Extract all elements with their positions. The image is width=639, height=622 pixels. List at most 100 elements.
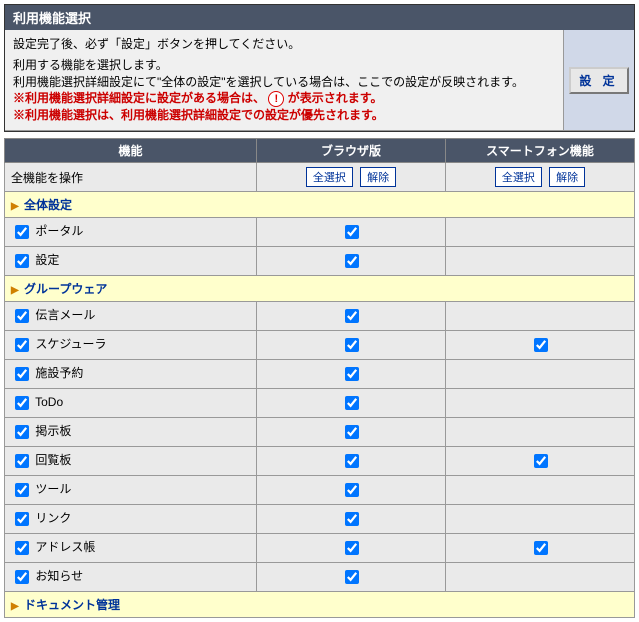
row-enable-checkbox[interactable]	[15, 254, 29, 268]
table-row-label: 回覧板	[5, 447, 257, 476]
browser-clear-button[interactable]: 解除	[360, 167, 396, 187]
browser-cell	[257, 418, 446, 447]
table-row-label: スケジューラ	[5, 331, 257, 360]
browser-checkbox[interactable]	[345, 541, 359, 555]
row-label-text: ToDo	[32, 395, 63, 409]
smart-cell	[446, 505, 635, 534]
row-label-text: ツール	[32, 482, 71, 496]
browser-cell	[257, 218, 446, 247]
smart-cell	[446, 360, 635, 389]
row-label-text: 掲示板	[32, 424, 71, 438]
table-row-label: ツール	[5, 476, 257, 505]
info-line2: 利用する機能を選択します。	[13, 57, 555, 74]
browser-checkbox[interactable]	[345, 425, 359, 439]
info-line3: 利用機能選択詳細設定にて"全体の設定"を選択している場合は、ここでの設定が反映さ…	[13, 74, 555, 91]
section-header: ▶ グループウェア	[5, 276, 635, 302]
row-label-text: 設定	[32, 253, 59, 267]
section-arrow-icon: ▶	[11, 201, 19, 212]
section-title: ドキュメント管理	[21, 598, 120, 612]
browser-cell	[257, 563, 446, 592]
settei-cell: 設 定	[563, 30, 634, 130]
info-line1: 設定完了後、必ず「設定」ボタンを押してください。	[13, 36, 555, 53]
row-enable-checkbox[interactable]	[15, 483, 29, 497]
browser-checkbox[interactable]	[345, 309, 359, 323]
smart-checkbox[interactable]	[534, 454, 548, 468]
browser-cell	[257, 302, 446, 331]
smart-cell	[446, 476, 635, 505]
browser-cell	[257, 476, 446, 505]
table-row-label: 設定	[5, 247, 257, 276]
row-enable-checkbox[interactable]	[15, 396, 29, 410]
info-warn1: ※利用機能選択詳細設定に設定がある場合は、 ! が表示されます。	[13, 90, 555, 107]
row-enable-checkbox[interactable]	[15, 425, 29, 439]
row-enable-checkbox[interactable]	[15, 225, 29, 239]
row-enable-checkbox[interactable]	[15, 570, 29, 584]
all-ops-label: 全機能を操作	[5, 163, 257, 192]
header-smart: スマートフォン機能	[446, 139, 635, 163]
row-label-text: リンク	[32, 511, 71, 525]
info-warn2: ※利用機能選択は、利用機能選択詳細設定での設定が優先されます。	[13, 107, 555, 124]
info-box: 設定完了後、必ず「設定」ボタンを押してください。 利用する機能を選択します。 利…	[5, 30, 634, 131]
browser-checkbox[interactable]	[345, 225, 359, 239]
browser-checkbox[interactable]	[345, 512, 359, 526]
browser-cell	[257, 389, 446, 418]
section-title: 全体設定	[21, 198, 72, 212]
row-label-text: 伝言メール	[32, 308, 95, 322]
browser-checkbox[interactable]	[345, 483, 359, 497]
browser-checkbox[interactable]	[345, 338, 359, 352]
section-header: ▶ 全体設定	[5, 192, 635, 218]
smart-cell	[446, 331, 635, 360]
smart-cell	[446, 247, 635, 276]
smart-cell	[446, 218, 635, 247]
row-label-text: ポータル	[32, 224, 83, 238]
row-enable-checkbox[interactable]	[15, 367, 29, 381]
section-header: ▶ ドキュメント管理	[5, 592, 635, 618]
browser-checkbox[interactable]	[345, 254, 359, 268]
browser-checkbox[interactable]	[345, 570, 359, 584]
browser-checkbox[interactable]	[345, 396, 359, 410]
table-row-label: アドレス帳	[5, 534, 257, 563]
table-row-label: ポータル	[5, 218, 257, 247]
table-row-label: ToDo	[5, 389, 257, 418]
row-label-text: お知らせ	[32, 569, 83, 583]
section-title: グループウェア	[21, 282, 108, 296]
table-row-label: 伝言メール	[5, 302, 257, 331]
row-enable-checkbox[interactable]	[15, 541, 29, 555]
settei-button[interactable]: 設 定	[569, 67, 628, 94]
table-row-label: 施設予約	[5, 360, 257, 389]
row-enable-checkbox[interactable]	[15, 512, 29, 526]
smart-cell	[446, 302, 635, 331]
row-enable-checkbox[interactable]	[15, 454, 29, 468]
browser-checkbox[interactable]	[345, 367, 359, 381]
table-row-label: お知らせ	[5, 563, 257, 592]
smart-cell	[446, 563, 635, 592]
smart-select-all-button[interactable]: 全選択	[495, 167, 542, 187]
table-row-label: リンク	[5, 505, 257, 534]
row-label-text: 施設予約	[32, 366, 83, 380]
browser-checkbox[interactable]	[345, 454, 359, 468]
browser-cell	[257, 447, 446, 476]
table-row-label: 掲示板	[5, 418, 257, 447]
row-label-text: スケジューラ	[32, 337, 107, 351]
row-label-text: アドレス帳	[32, 540, 95, 554]
section-arrow-icon: ▶	[11, 285, 19, 296]
row-enable-checkbox[interactable]	[15, 309, 29, 323]
info-text: 設定完了後、必ず「設定」ボタンを押してください。 利用する機能を選択します。 利…	[5, 30, 563, 130]
smart-checkbox[interactable]	[534, 338, 548, 352]
browser-cell	[257, 247, 446, 276]
browser-select-all-button[interactable]: 全選択	[306, 167, 353, 187]
smart-cell	[446, 418, 635, 447]
smart-cell	[446, 447, 635, 476]
header-func: 機能	[5, 139, 257, 163]
browser-cell	[257, 534, 446, 563]
smart-clear-button[interactable]: 解除	[549, 167, 585, 187]
smart-checkbox[interactable]	[534, 541, 548, 555]
section-arrow-icon: ▶	[11, 601, 19, 612]
page-title: 利用機能選択	[5, 5, 634, 30]
header-browser: ブラウザ版	[257, 139, 446, 163]
row-label-text: 回覧板	[32, 453, 71, 467]
row-enable-checkbox[interactable]	[15, 338, 29, 352]
warning-icon: !	[268, 91, 284, 107]
browser-cell	[257, 360, 446, 389]
browser-cell	[257, 505, 446, 534]
